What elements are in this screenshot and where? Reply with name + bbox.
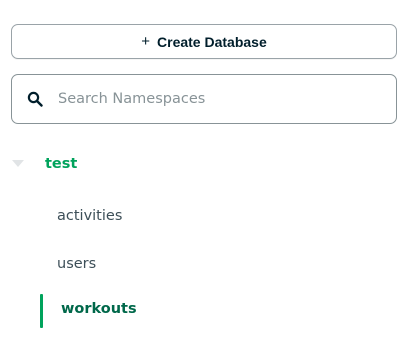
search-icon — [26, 90, 44, 108]
caret-down-icon[interactable] — [12, 160, 24, 167]
collection-name: workouts — [61, 301, 137, 317]
create-database-label: Create Database — [157, 33, 267, 50]
database-item-test[interactable]: test — [0, 150, 407, 180]
create-database-button[interactable]: + Create Database — [11, 24, 397, 59]
namespace-sidebar: + Create Database test activities users … — [0, 0, 407, 341]
collection-name: users — [57, 256, 97, 272]
collection-name: activities — [57, 208, 123, 224]
plus-icon: + — [141, 33, 151, 50]
database-name: test — [45, 156, 78, 172]
collection-item-users[interactable]: users — [0, 249, 407, 281]
collection-item-activities[interactable]: activities — [0, 201, 407, 233]
search-box[interactable] — [11, 74, 397, 124]
active-indicator — [40, 294, 43, 328]
collection-item-workouts[interactable]: workouts — [0, 294, 407, 328]
search-namespaces-input[interactable] — [58, 91, 378, 107]
